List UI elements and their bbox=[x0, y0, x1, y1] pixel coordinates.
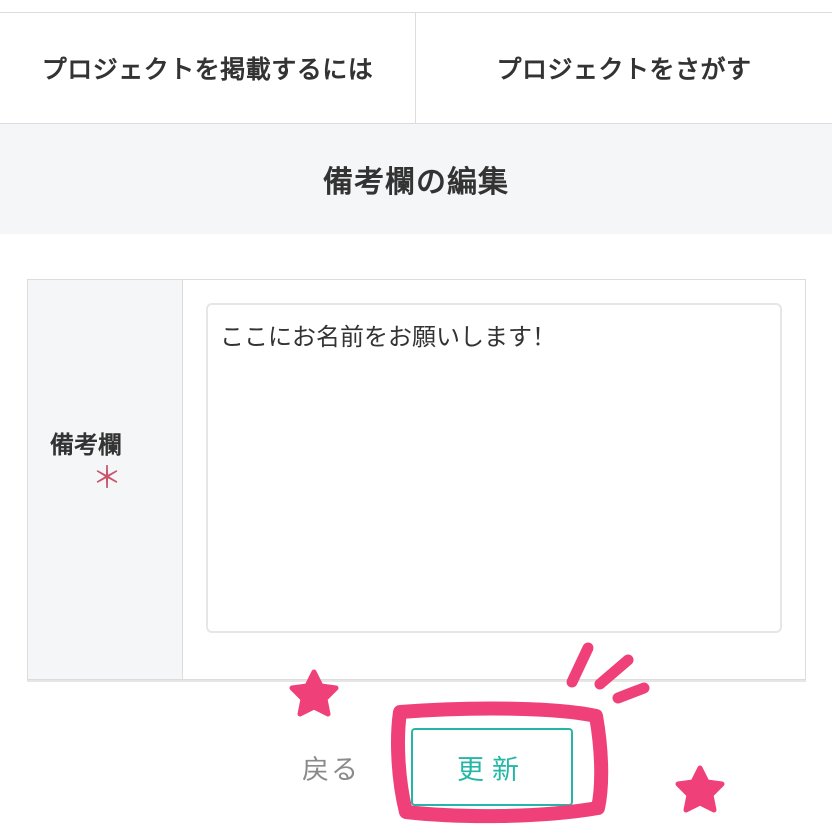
back-link[interactable]: 戻る bbox=[302, 748, 360, 787]
page-title: 備考欄の編集 bbox=[323, 165, 509, 200]
page: プロジェクトを掲載するには プロジェクトをさがす 備考欄の編集 備考欄 ＊ ここ… bbox=[0, 0, 832, 832]
remarks-label: 備考欄 bbox=[50, 431, 122, 459]
section-header: 備考欄の編集 bbox=[0, 124, 832, 234]
tab-how-to-post-project[interactable]: プロジェクトを掲載するには bbox=[0, 13, 416, 123]
form-label-cell: 備考欄 ＊ bbox=[28, 280, 183, 679]
remarks-textarea[interactable]: ここにお名前をお願いします！ bbox=[206, 303, 782, 633]
update-button[interactable]: 更新 bbox=[411, 728, 573, 806]
emphasis-stroke-3 bbox=[612, 682, 650, 704]
nav-tabs: プロジェクトを掲載するには プロジェクトをさがす bbox=[0, 12, 832, 124]
star-right-mark bbox=[675, 765, 725, 813]
form-field-cell: ここにお名前をお願いします！ bbox=[183, 280, 805, 679]
remarks-form: 備考欄 ＊ ここにお名前をお願いします！ bbox=[27, 279, 806, 680]
tab-find-project[interactable]: プロジェクトをさがす bbox=[416, 13, 832, 123]
required-mark: ＊ bbox=[92, 461, 122, 496]
